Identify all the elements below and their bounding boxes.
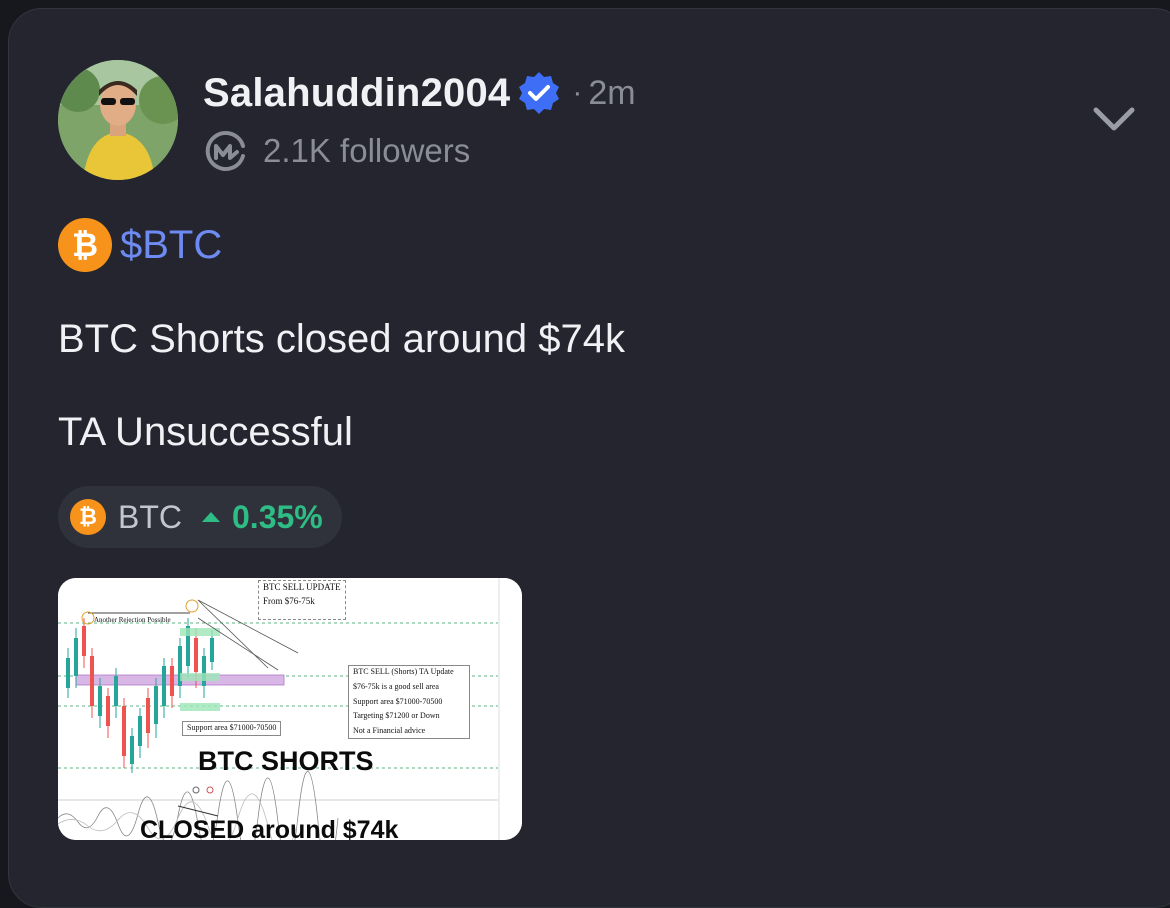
ticker-pill[interactable]: ₿ BTC 0.35%	[58, 486, 342, 548]
ticker-symbol: BTC	[118, 498, 182, 535]
chevron-down-icon[interactable]	[1090, 102, 1138, 136]
author-name[interactable]: Salahuddin2004	[203, 71, 510, 116]
cashtag-text: $BTC	[120, 222, 223, 267]
up-arrow-icon	[202, 512, 220, 522]
bitcoin-coin-icon: ₿	[58, 218, 112, 272]
rejection-label: Another Rejection Possible	[94, 616, 171, 624]
post-time: 2m	[588, 73, 636, 112]
followers-row: 2.1K followers	[203, 128, 470, 174]
post-text-line: TA Unsuccessful	[58, 410, 353, 454]
post-text-line: BTC Shorts closed around $74k	[58, 317, 625, 361]
ta-update-box: BTC SELL (Shorts) TA Update $76-75k is a…	[348, 665, 470, 739]
followers-count: 2.1K followers	[263, 132, 471, 169]
sell-update-box: BTC SELL UPDATE From $76-75k	[258, 580, 346, 620]
bitcoin-coin-icon: ₿	[70, 499, 106, 535]
ticker-change: 0.35%	[232, 498, 323, 535]
separator-dot: ·	[572, 76, 583, 109]
avatar-photo	[58, 60, 178, 180]
author-row: Salahuddin2004 · 2m	[203, 70, 636, 116]
image-headline-2: CLOSED around $74k	[140, 816, 399, 840]
verified-badge-icon	[519, 72, 560, 114]
image-headline: BTC SHORTS	[198, 746, 374, 776]
author-avatar[interactable]	[58, 60, 178, 180]
cashtag-link[interactable]: ₿ $BTC	[58, 218, 222, 272]
support-label: Support area $71000-70500	[182, 721, 282, 736]
post-image[interactable]: BTC SELL UPDATE From $76-75k Another Rej…	[58, 578, 522, 840]
coinmarketcap-logo-icon	[205, 131, 245, 171]
